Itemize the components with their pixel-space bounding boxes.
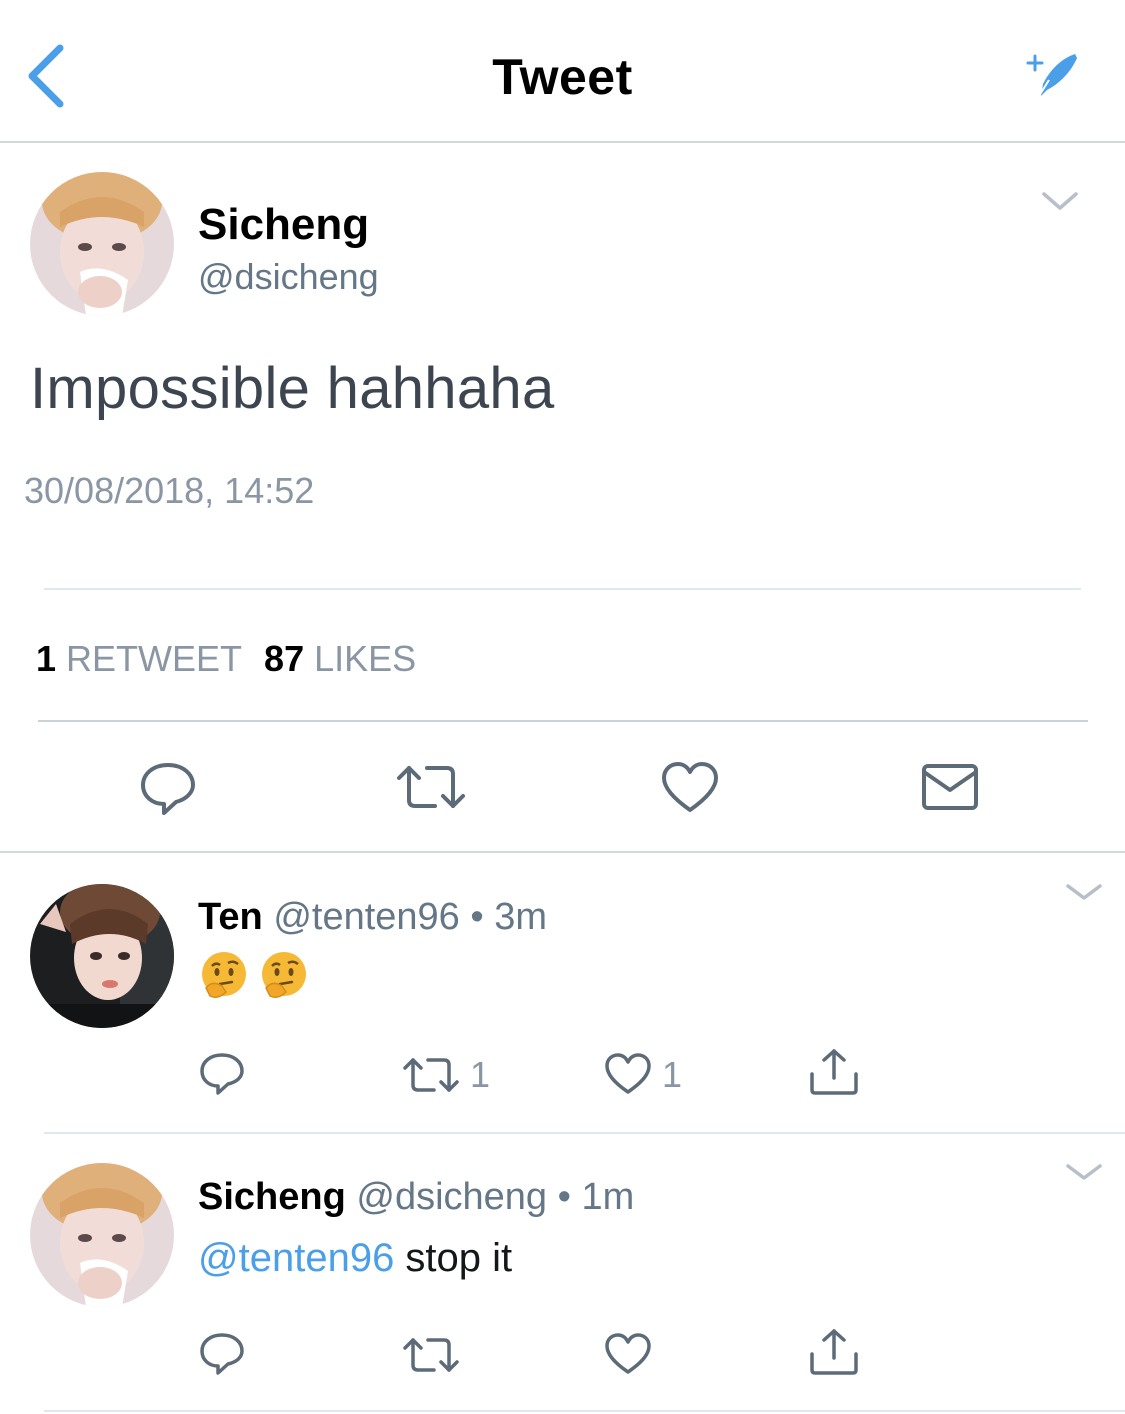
like-icon[interactable]	[604, 1052, 652, 1096]
retweets-stat[interactable]: 1 RETWEET	[36, 638, 242, 679]
thinking-face-emoji	[262, 952, 306, 999]
reply-time: 1m	[581, 1176, 635, 1218]
mention-link[interactable]: @tenten96	[198, 1236, 394, 1280]
reply-body: stop it	[394, 1236, 513, 1280]
chevron-down-icon[interactable]	[1064, 880, 1104, 904]
author-handle[interactable]: @dsicheng	[198, 256, 379, 298]
reply-header: Ten @tenten96 • 3m	[198, 896, 547, 939]
likes-stat[interactable]: 87 LIKES	[264, 638, 416, 679]
avatar[interactable]	[30, 1163, 174, 1307]
reply-text: @tenten96 stop it	[198, 1236, 512, 1281]
reply-author-handle[interactable]: @tenten96	[273, 896, 460, 938]
retweet-count: 1	[470, 1054, 491, 1095]
avatar[interactable]	[30, 172, 174, 316]
retweet-icon[interactable]	[395, 762, 467, 812]
chevron-down-icon[interactable]	[1064, 1160, 1104, 1184]
author-name[interactable]: Sicheng	[198, 200, 369, 250]
like-count: 87	[264, 638, 305, 679]
retweet-count: 1	[36, 638, 57, 679]
reply-author-handle[interactable]: @dsicheng	[356, 1176, 547, 1218]
retweet-icon[interactable]	[402, 1055, 460, 1095]
meta-separator: •	[557, 1176, 571, 1218]
like-label: LIKES	[314, 638, 417, 679]
share-icon[interactable]	[808, 1048, 860, 1096]
chevron-down-icon[interactable]	[1040, 188, 1080, 214]
divider	[44, 588, 1081, 590]
message-icon[interactable]	[920, 762, 980, 812]
tweet-text: Impossible hahhaha	[30, 356, 555, 421]
reply-author-name[interactable]: Sicheng	[198, 1176, 346, 1218]
retweet-label: RETWEET	[66, 638, 243, 679]
reply-header: Sicheng @dsicheng • 1m	[198, 1176, 634, 1219]
thinking-face-emoji	[202, 952, 246, 999]
reply-time: 3m	[494, 896, 548, 938]
meta-separator: •	[470, 896, 484, 938]
nav-bar: Tweet	[0, 0, 1125, 143]
like-icon[interactable]	[660, 760, 720, 814]
engagement-stats: 1 RETWEET 87 LIKES	[36, 638, 416, 680]
tweet-timestamp: 30/08/2018, 14:52	[24, 470, 315, 511]
reply-icon[interactable]	[198, 1052, 246, 1096]
compose-tweet-icon[interactable]	[1025, 50, 1083, 100]
reply-icon[interactable]	[138, 760, 198, 816]
reply-icon[interactable]	[198, 1332, 246, 1376]
share-icon[interactable]	[808, 1328, 860, 1376]
reply-text	[198, 950, 318, 1002]
reply-author-name[interactable]: Ten	[198, 896, 263, 938]
retweet-icon[interactable]	[402, 1335, 460, 1375]
section-divider	[0, 851, 1125, 853]
divider	[44, 1410, 1125, 1412]
like-icon[interactable]	[604, 1332, 652, 1376]
page-title: Tweet	[492, 49, 633, 105]
like-count: 1	[662, 1054, 683, 1095]
avatar[interactable]	[30, 884, 174, 1028]
divider	[38, 720, 1088, 722]
divider	[44, 1132, 1125, 1134]
